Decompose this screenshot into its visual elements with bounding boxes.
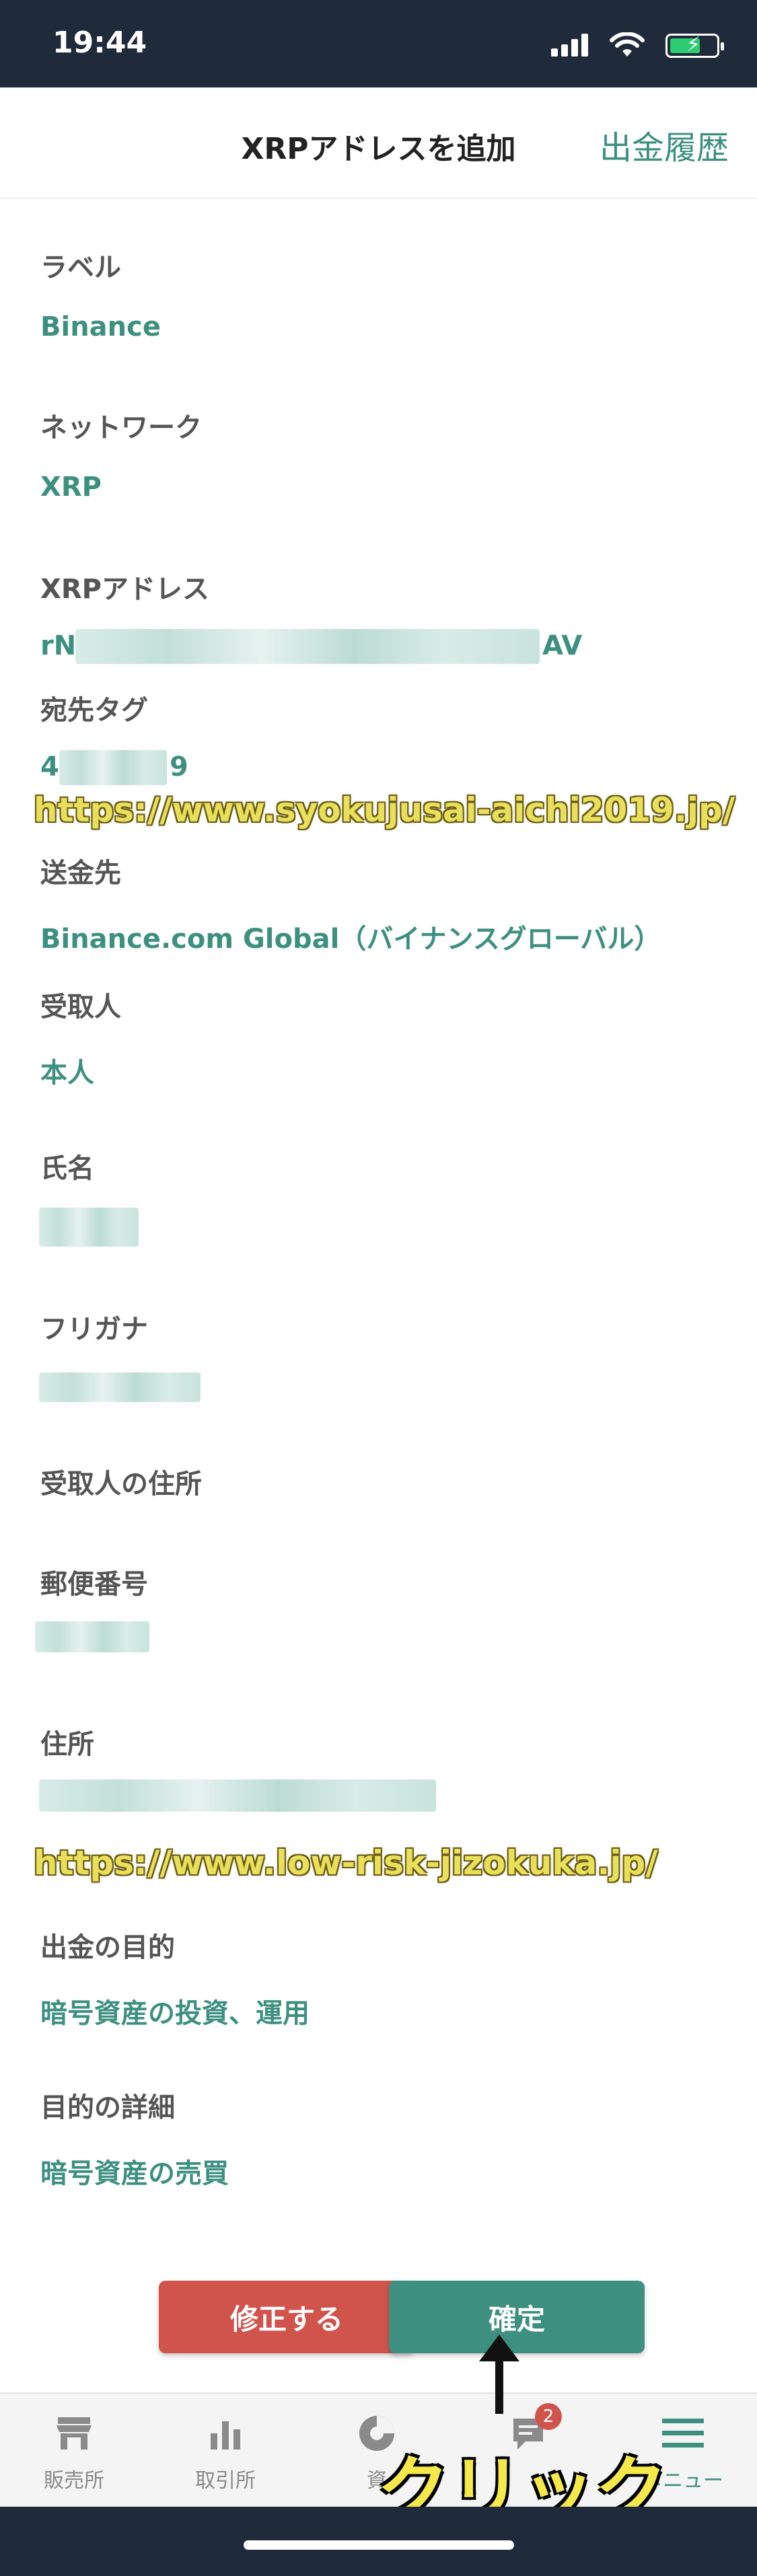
field-network-title: ネットワーク (40, 412, 202, 443)
field-tag-title: 宛先タグ (40, 695, 148, 726)
address-line-redacted (39, 1779, 436, 1812)
field-destination-tag: 宛先タグ (40, 688, 148, 727)
withdrawal-history-link[interactable]: 出金履歴 (600, 121, 729, 168)
field-purpose: 出金の目的 暗号資産の投資、運用 (40, 1925, 310, 2030)
status-icons: ⚡ (544, 32, 724, 59)
field-network-value: XRP (40, 472, 102, 503)
arrow-up-icon (479, 2334, 519, 2415)
tag-suffix: 9 (170, 751, 188, 782)
field-recipient-value: 本人 (40, 1058, 94, 1089)
field-furigana: フリガナ (40, 1307, 148, 1346)
wifi-icon (610, 32, 645, 57)
field-xrp-address: XRPアドレス (40, 567, 209, 606)
watermark-top: https://www.syokujusai-aichi2019.jp/ (34, 790, 735, 830)
field-network: ネットワーク XRP (40, 406, 202, 503)
field-purpose-detail-title: 目的の詳細 (40, 2092, 175, 2123)
field-label-title: ラベル (40, 252, 121, 283)
field-name-title: 氏名 (40, 1153, 94, 1184)
field-purpose-detail-value: 暗号資産の売買 (40, 2158, 229, 2189)
field-address-title: XRPアドレス (40, 574, 209, 605)
postal-code-redacted (35, 1621, 149, 1652)
home-indicator-bar (0, 2507, 757, 2576)
bar-chart-icon (211, 2421, 240, 2450)
field-purpose-title: 出金の目的 (40, 1932, 175, 1963)
tag-prefix: 4 (40, 751, 59, 782)
field-name: 氏名 (40, 1146, 94, 1185)
store-icon (57, 2417, 92, 2450)
field-purpose-value: 暗号資産の投資、運用 (40, 1998, 310, 2029)
field-address-line-title: 住所 (40, 1729, 94, 1760)
status-time: 19:44 (52, 26, 147, 60)
field-destination-title: 送金先 (40, 858, 121, 889)
tab-store[interactable]: 販売所 (20, 2410, 128, 2493)
nav-bar: XRPアドレスを追加 出金履歴 (0, 87, 757, 199)
address-prefix: rN (40, 630, 77, 661)
field-destination: 送金先 Binance.com Global（バイナンスグローバル） (40, 851, 661, 956)
tab-exchange[interactable]: 取引所 (172, 2410, 279, 2493)
address-redacted (75, 629, 540, 664)
field-postal-code: 郵便番号 (40, 1562, 148, 1601)
status-bar: 19:44 ⚡ (0, 0, 757, 87)
field-address-line: 住所 (40, 1722, 94, 1761)
field-label-value: Binance (40, 311, 161, 342)
field-recipient: 受取人 本人 (40, 985, 121, 1090)
field-postal-code-title: 郵便番号 (40, 1569, 148, 1600)
field-destination-value: Binance.com Global（バイナンスグローバル） (40, 924, 661, 955)
field-recipient-address: 受取人の住所 (40, 1462, 202, 1501)
address-suffix: AV (542, 630, 583, 661)
field-furigana-title: フリガナ (40, 1314, 148, 1345)
name-redacted (39, 1208, 139, 1247)
tab-store-label: 販売所 (44, 2469, 104, 2493)
home-indicator[interactable] (244, 2540, 514, 2550)
field-recipient-title: 受取人 (40, 992, 121, 1023)
signal-icon (551, 32, 591, 59)
field-recipient-address-title: 受取人の住所 (40, 1469, 202, 1500)
furigana-redacted (39, 1372, 201, 1402)
field-purpose-detail: 目的の詳細 暗号資産の売買 (40, 2086, 229, 2191)
notification-badge: 2 (535, 2403, 562, 2430)
field-label: ラベル Binance (40, 246, 161, 342)
watermark-bottom: https://www.low-risk-jizokuka.jp/ (34, 1843, 658, 1882)
tab-exchange-label: 取引所 (195, 2469, 256, 2493)
battery-icon: ⚡ (665, 33, 724, 58)
edit-button[interactable]: 修正する (159, 2281, 414, 2353)
tag-redacted (59, 750, 167, 785)
